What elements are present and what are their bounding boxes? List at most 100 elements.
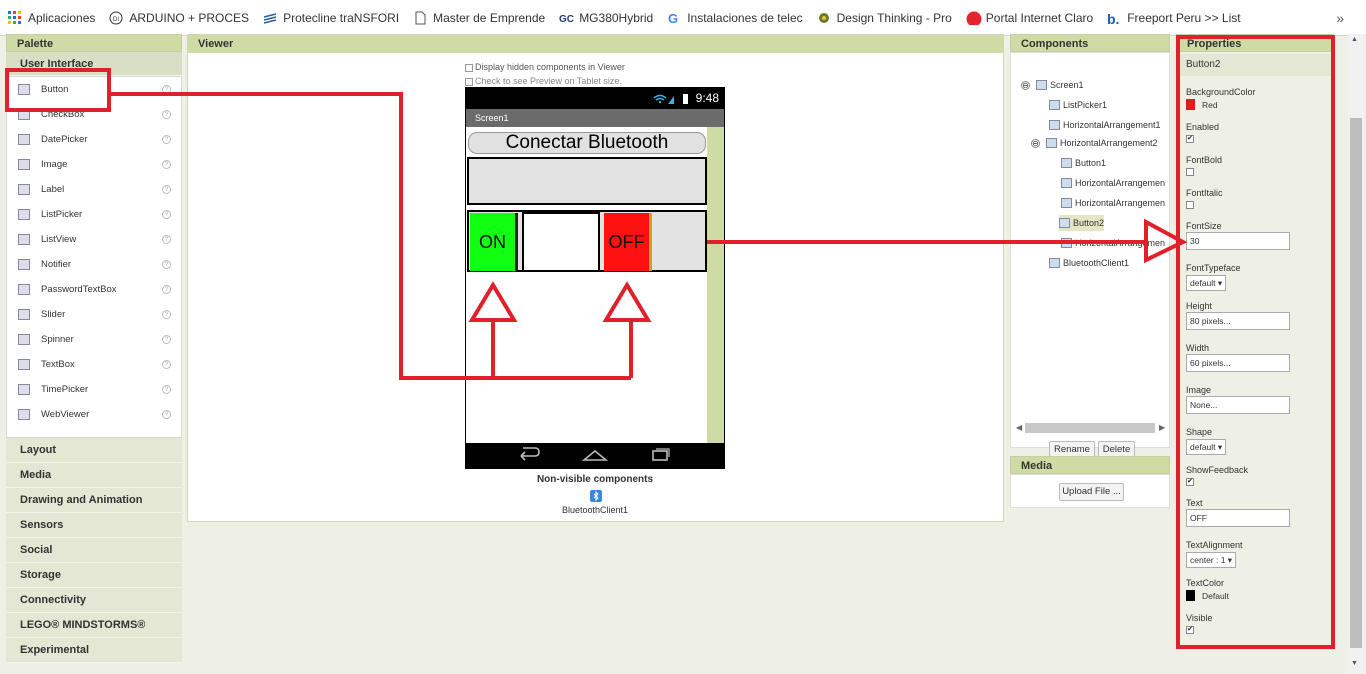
page-scrollbar[interactable]: ▲ ▼ bbox=[1348, 34, 1364, 674]
bookmark-claro[interactable]: Portal Internet Claro bbox=[966, 11, 1093, 25]
palette-item-label[interactable]: Label? bbox=[7, 177, 181, 202]
scroll-left-icon[interactable]: ◀ bbox=[1016, 423, 1022, 432]
recents-icon[interactable] bbox=[652, 448, 670, 461]
palette-item-slider[interactable]: Slider? bbox=[7, 302, 181, 327]
help-icon[interactable]: ? bbox=[162, 385, 171, 394]
palette-item-checkbox[interactable]: CheckBox? bbox=[7, 102, 181, 127]
help-icon[interactable]: ? bbox=[162, 310, 171, 319]
height-input[interactable]: 80 pixels... bbox=[1186, 312, 1290, 330]
text-color-value[interactable]: Default bbox=[1202, 591, 1229, 601]
tree-horizontal-scrollbar[interactable] bbox=[1025, 423, 1155, 433]
category-experimental[interactable]: Experimental bbox=[6, 638, 182, 663]
image-input[interactable]: None... bbox=[1186, 396, 1290, 414]
tree-node[interactable]: BluetoothClient1 bbox=[1049, 255, 1129, 271]
bluetooth-client-label[interactable]: BluetoothClient1 bbox=[520, 505, 670, 515]
text-input[interactable]: OFF bbox=[1186, 509, 1290, 527]
tree-node[interactable]: HorizontalArrangemen bbox=[1061, 175, 1165, 191]
back-icon[interactable] bbox=[520, 447, 540, 461]
tablet-preview-option[interactable]: Check to see Preview on Tablet size. bbox=[465, 76, 622, 86]
bookmark-protecline[interactable]: Protecline traNSFORI bbox=[263, 11, 399, 25]
scroll-right-icon[interactable]: ▶ bbox=[1159, 423, 1165, 432]
visible-checkbox[interactable]: ✔ bbox=[1186, 626, 1194, 634]
category-user-interface[interactable]: User Interface bbox=[6, 52, 182, 76]
font-italic-checkbox[interactable] bbox=[1186, 201, 1194, 209]
palette-item-listview[interactable]: ListView? bbox=[7, 227, 181, 252]
category-sensors[interactable]: Sensors bbox=[6, 513, 182, 538]
off-button[interactable]: OFF bbox=[604, 213, 652, 271]
more-bookmarks-button[interactable]: » bbox=[1336, 10, 1344, 26]
width-input[interactable]: 60 pixels... bbox=[1186, 354, 1290, 372]
help-icon[interactable]: ? bbox=[162, 260, 171, 269]
background-color-swatch[interactable] bbox=[1186, 99, 1195, 110]
bookmark-arduino[interactable]: DI ARDUINO + PROCES bbox=[109, 11, 249, 25]
help-icon[interactable]: ? bbox=[162, 135, 171, 144]
category-connectivity[interactable]: Connectivity bbox=[6, 588, 182, 613]
connect-bluetooth-button[interactable]: Conectar Bluetooth bbox=[468, 132, 706, 154]
font-typeface-select[interactable]: default ▾ bbox=[1186, 275, 1227, 291]
text-color-swatch[interactable] bbox=[1186, 590, 1195, 601]
palette-item-listpicker[interactable]: ListPicker? bbox=[7, 202, 181, 227]
help-icon[interactable]: ? bbox=[162, 335, 171, 344]
palette-item-button[interactable]: Button? bbox=[7, 77, 181, 102]
tree-node[interactable]: Button1 bbox=[1061, 155, 1106, 171]
tree-node[interactable]: ListPicker1 bbox=[1049, 97, 1107, 113]
palette-item-timepicker[interactable]: TimePicker? bbox=[7, 377, 181, 402]
palette-item-datepicker[interactable]: DatePicker? bbox=[7, 127, 181, 152]
component-icon bbox=[1049, 258, 1060, 268]
help-icon[interactable]: ? bbox=[162, 110, 171, 119]
arrangement-cell[interactable] bbox=[522, 212, 600, 272]
palette-item-passwordtextbox[interactable]: PasswordTextBox? bbox=[7, 277, 181, 302]
category-social[interactable]: Social bbox=[6, 538, 182, 563]
help-icon[interactable]: ? bbox=[162, 185, 171, 194]
category-media[interactable]: Media bbox=[6, 463, 182, 488]
scroll-up-icon[interactable]: ▲ bbox=[1351, 36, 1358, 43]
tree-node[interactable]: HorizontalArrangemen bbox=[1061, 235, 1165, 251]
category-lego-mindstorms[interactable]: LEGO® MINDSTORMS® bbox=[6, 613, 182, 638]
category-layout[interactable]: Layout bbox=[6, 438, 182, 463]
shape-select[interactable]: default ▾ bbox=[1186, 439, 1227, 455]
horizontal-arrangement-2[interactable]: ON OFF bbox=[467, 210, 707, 272]
bookmark-instalaciones[interactable]: G Instalaciones de telec bbox=[667, 11, 802, 25]
palette-item-textbox[interactable]: TextBox? bbox=[7, 352, 181, 377]
tree-node[interactable]: Button2 bbox=[1059, 215, 1105, 231]
font-size-input[interactable]: 30 bbox=[1186, 232, 1290, 250]
horizontal-arrangement-1[interactable] bbox=[467, 157, 707, 205]
collapse-toggle-icon[interactable]: ⊖ bbox=[1021, 80, 1030, 90]
bookmark-mg380[interactable]: GC MG380Hybrid bbox=[559, 11, 653, 25]
category-storage[interactable]: Storage bbox=[6, 563, 182, 588]
palette-item-image[interactable]: Image? bbox=[7, 152, 181, 177]
help-icon[interactable]: ? bbox=[162, 235, 171, 244]
tree-node[interactable]: ⊖ HorizontalArrangement2 bbox=[1031, 135, 1158, 151]
category-drawing-and-animation[interactable]: Drawing and Animation bbox=[6, 488, 182, 513]
palette-item-webviewer[interactable]: WebViewer? bbox=[7, 402, 181, 427]
help-icon[interactable]: ? bbox=[162, 210, 171, 219]
home-icon[interactable] bbox=[581, 449, 609, 461]
help-icon[interactable]: ? bbox=[162, 285, 171, 294]
help-icon[interactable]: ? bbox=[162, 410, 171, 419]
help-icon[interactable]: ? bbox=[162, 360, 171, 369]
tablet-preview-checkbox[interactable] bbox=[465, 77, 473, 86]
text-alignment-select[interactable]: center : 1 ▾ bbox=[1186, 552, 1237, 568]
tree-node[interactable]: ⊖ Screen1 bbox=[1021, 77, 1084, 93]
display-hidden-checkbox[interactable] bbox=[465, 63, 473, 72]
tree-node[interactable]: HorizontalArrangement1 bbox=[1049, 117, 1161, 133]
bookmark-aplicaciones[interactable]: Aplicaciones bbox=[8, 10, 95, 25]
scroll-down-icon[interactable]: ▼ bbox=[1351, 660, 1358, 667]
enabled-checkbox[interactable]: ✔ bbox=[1186, 135, 1194, 143]
bookmark-design-thinking[interactable]: Design Thinking - Pro bbox=[817, 11, 952, 25]
bookmark-master[interactable]: Master de Emprende bbox=[413, 11, 545, 25]
collapse-toggle-icon[interactable]: ⊖ bbox=[1031, 138, 1040, 148]
bookmark-freeport[interactable]: b. Freeport Peru >> List bbox=[1107, 11, 1240, 25]
show-feedback-checkbox[interactable]: ✔ bbox=[1186, 478, 1194, 486]
page-scrollbar-thumb[interactable] bbox=[1350, 118, 1362, 648]
palette-item-spinner[interactable]: Spinner? bbox=[7, 327, 181, 352]
upload-file-button[interactable]: Upload File ... bbox=[1059, 483, 1124, 501]
on-button[interactable]: ON bbox=[470, 213, 518, 271]
help-icon[interactable]: ? bbox=[162, 85, 171, 94]
display-hidden-option[interactable]: Display hidden components in Viewer bbox=[465, 62, 625, 72]
palette-item-notifier[interactable]: Notifier? bbox=[7, 252, 181, 277]
font-bold-checkbox[interactable] bbox=[1186, 168, 1194, 176]
help-icon[interactable]: ? bbox=[162, 160, 171, 169]
background-color-value[interactable]: Red bbox=[1202, 100, 1218, 110]
tree-node[interactable]: HorizontalArrangemen bbox=[1061, 195, 1165, 211]
